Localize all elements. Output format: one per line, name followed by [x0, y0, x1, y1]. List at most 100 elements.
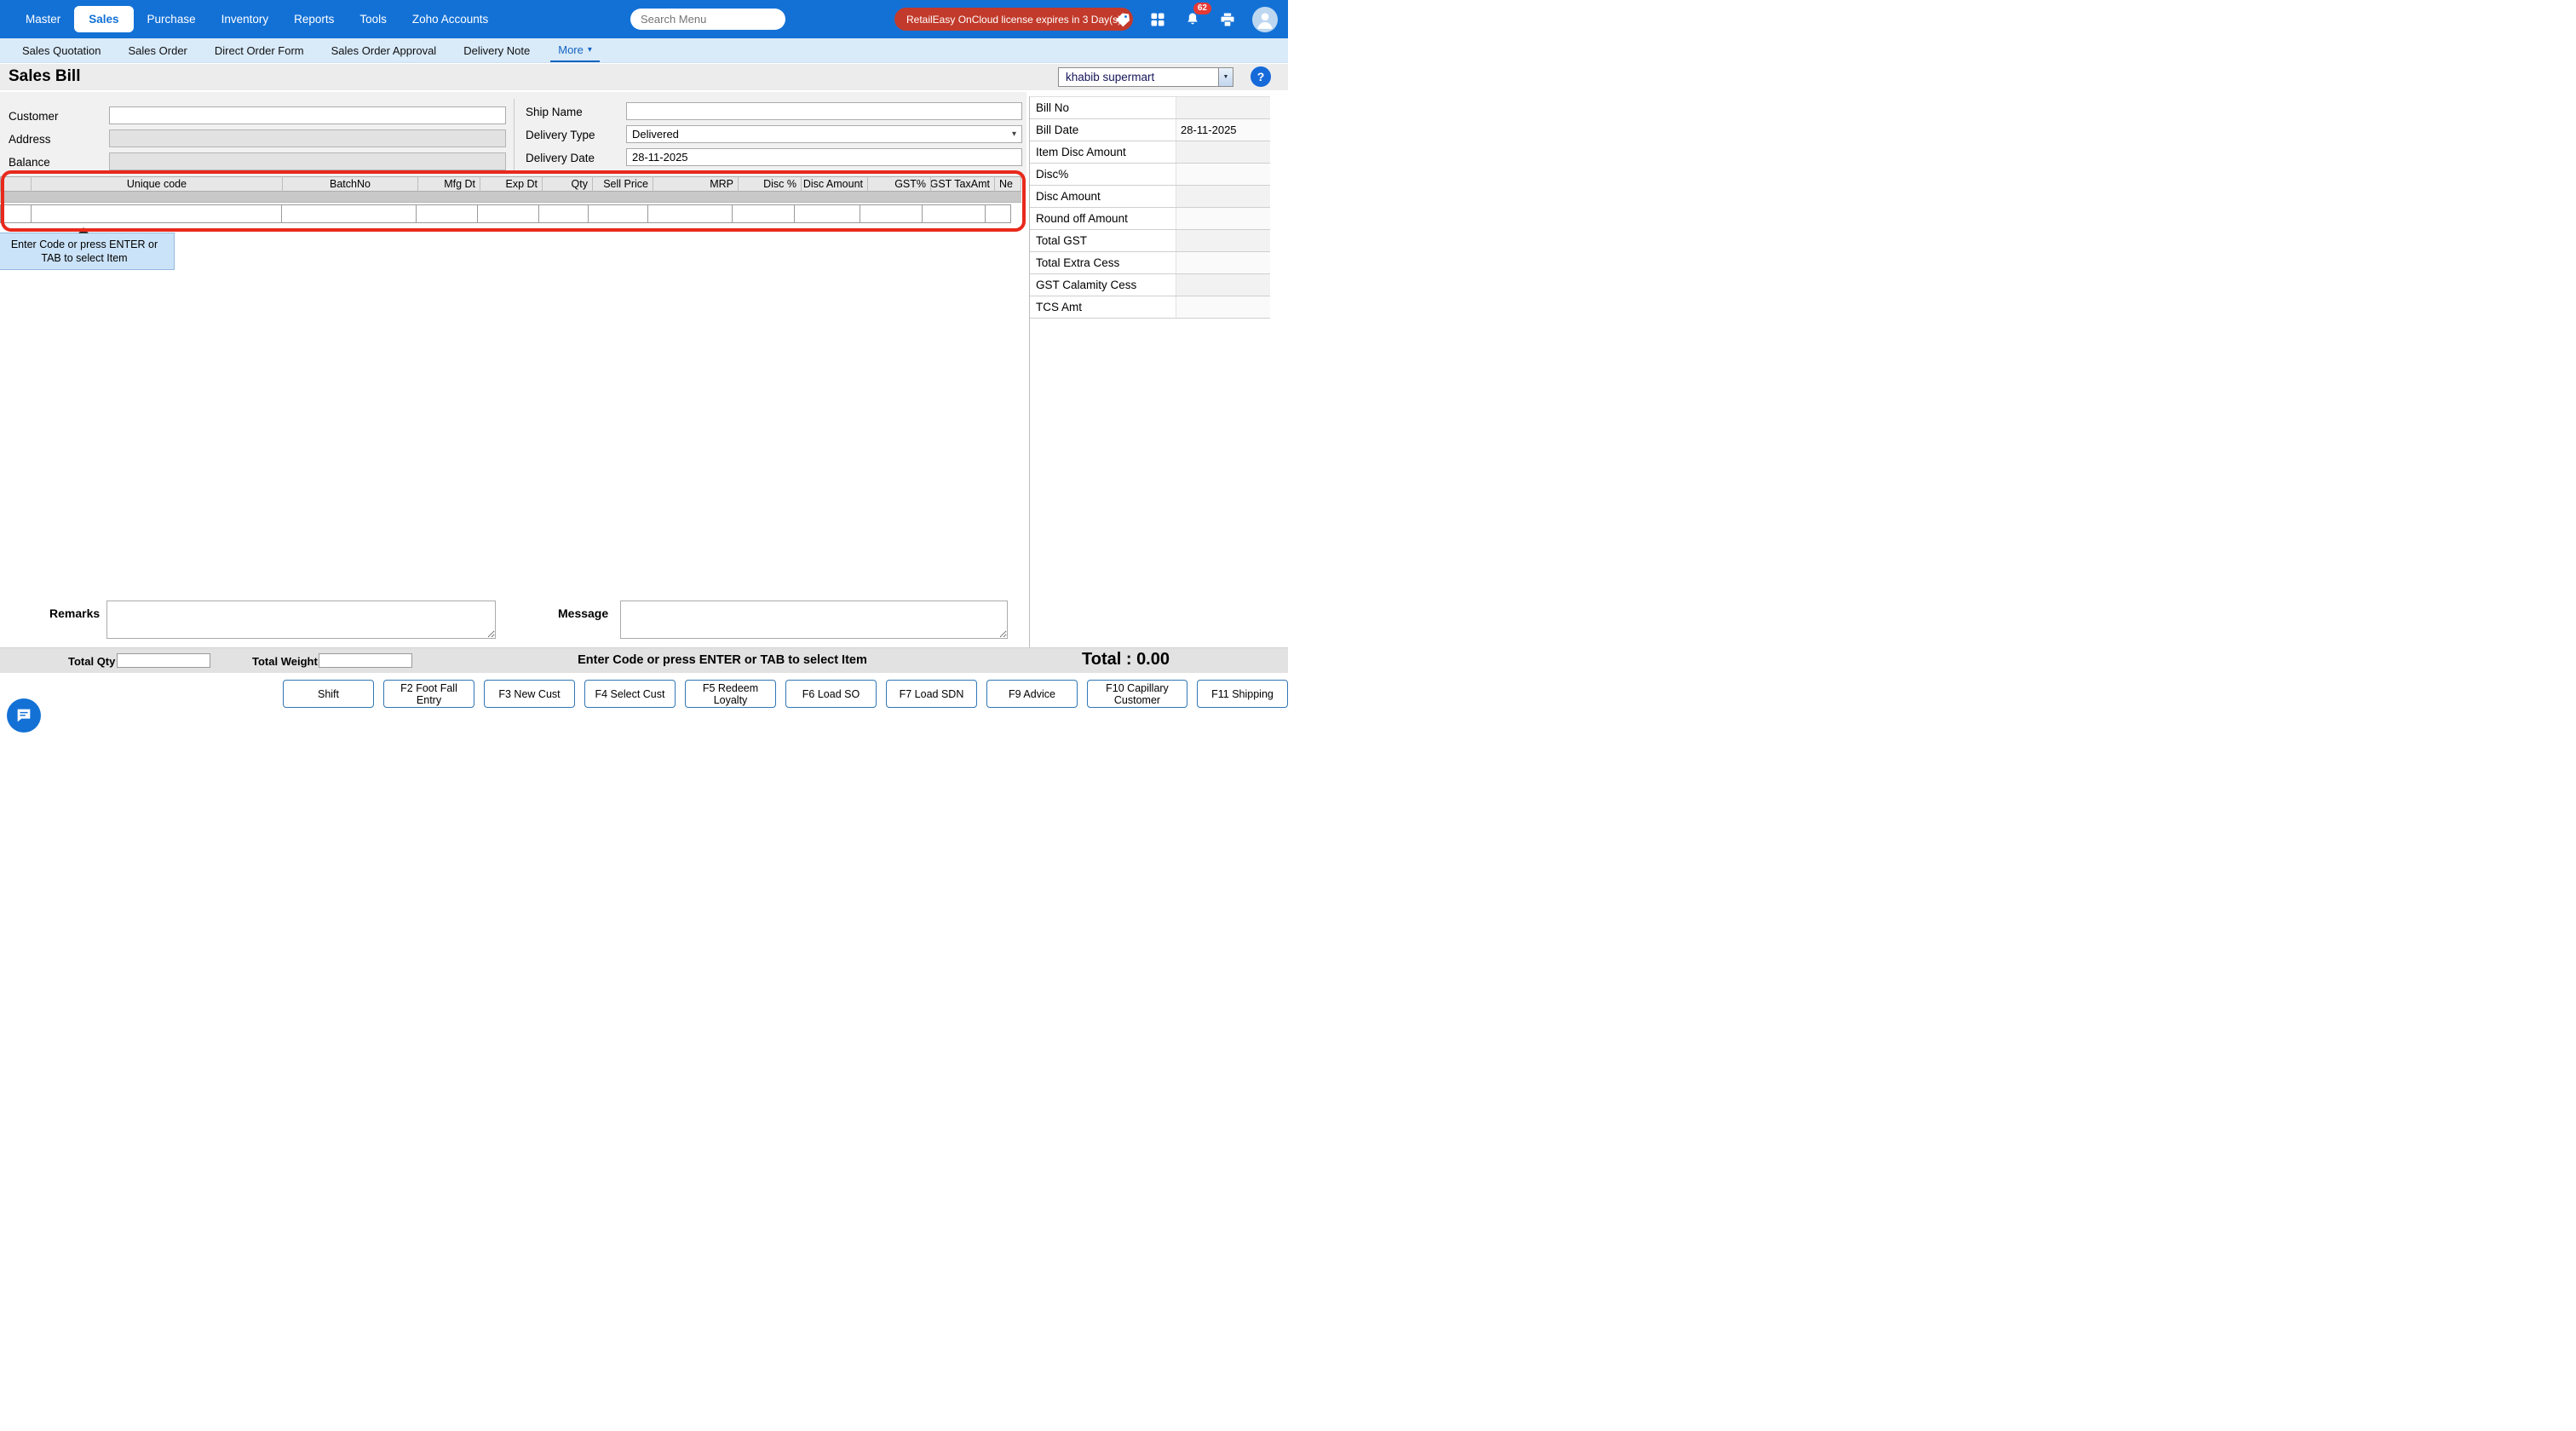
- menu-sales[interactable]: Sales: [74, 6, 133, 32]
- cell-gst-taxamt[interactable]: [922, 204, 986, 223]
- summary-label: Disc%: [1030, 164, 1176, 185]
- summary-value: [1176, 296, 1270, 318]
- summary-value: [1176, 164, 1270, 185]
- delivery-date-input[interactable]: [626, 148, 1022, 166]
- f10-capillary-customer-button[interactable]: F10 Capillary Customer: [1087, 680, 1187, 708]
- cell-disc-amount[interactable]: [794, 204, 860, 223]
- item-entry-tooltip: Enter Code or press ENTER or TAB to sele…: [0, 233, 175, 270]
- entry-hint-text: Enter Code or press ENTER or TAB to sele…: [578, 653, 867, 667]
- summary-row-round-off: Round off Amount: [1030, 208, 1270, 230]
- apps-icon[interactable]: [1147, 9, 1168, 30]
- summary-value: [1176, 208, 1270, 229]
- cell-sell-price[interactable]: [588, 204, 648, 223]
- summary-row-disc-amount: Disc Amount: [1030, 186, 1270, 208]
- summary-label: Bill Date: [1030, 119, 1176, 141]
- cell-exp-dt[interactable]: [477, 204, 539, 223]
- help-icon[interactable]: ?: [1251, 66, 1271, 87]
- summary-row-bill-no: Bill No: [1030, 97, 1270, 119]
- menu-reports[interactable]: Reports: [282, 6, 346, 32]
- summary-row-item-disc-amount: Item Disc Amount: [1030, 141, 1270, 164]
- tab-sales-quotation[interactable]: Sales Quotation: [9, 38, 115, 62]
- summary-value: [1176, 97, 1270, 118]
- store-selector-value: khabib supermart: [1059, 71, 1218, 83]
- col-mfg-dt: Mfg Dt: [418, 176, 480, 192]
- ship-name-input[interactable]: [626, 102, 1022, 120]
- col-disc-pct: Disc %: [739, 176, 802, 192]
- shift-button[interactable]: Shift: [283, 680, 374, 708]
- chevron-down-icon: ▾: [588, 45, 592, 55]
- store-selector[interactable]: khabib supermart ▼: [1058, 67, 1233, 87]
- address-label: Address: [9, 133, 51, 146]
- cell-mfg-dt[interactable]: [416, 204, 478, 223]
- col-mrp: MRP: [653, 176, 739, 192]
- cell-disc-pct[interactable]: [732, 204, 795, 223]
- col-qty: Qty: [543, 176, 593, 192]
- cell-net-amount[interactable]: [985, 204, 1011, 223]
- cell-batchno[interactable]: [281, 204, 417, 223]
- menu-master[interactable]: Master: [14, 6, 72, 32]
- bill-summary-panel: Bill No Bill Date 28-11-2025 Item Disc A…: [1029, 96, 1270, 647]
- menu-tools[interactable]: Tools: [348, 6, 399, 32]
- customer-label: Customer: [9, 110, 59, 123]
- summary-row-tcs-amt: TCS Amt: [1030, 296, 1270, 319]
- menu-purchase[interactable]: Purchase: [135, 6, 208, 32]
- grid-entry-row: [0, 204, 1022, 223]
- col-unique-code: Unique code: [32, 176, 283, 192]
- summary-value: [1176, 252, 1270, 273]
- remarks-textarea[interactable]: [106, 601, 496, 639]
- f9-advice-button[interactable]: F9 Advice: [986, 680, 1078, 708]
- main-menu: Master Sales Purchase Inventory Reports …: [14, 0, 500, 38]
- tab-sales-order[interactable]: Sales Order: [115, 38, 201, 62]
- total-weight-input[interactable]: [319, 653, 412, 668]
- summary-label: Item Disc Amount: [1030, 141, 1176, 163]
- delivery-type-label: Delivery Type: [526, 129, 595, 141]
- summary-row-disc-pct: Disc%: [1030, 164, 1270, 186]
- tab-more[interactable]: More ▾: [550, 38, 600, 62]
- col-gst-pct: GST%: [868, 176, 931, 192]
- col-batchno: BatchNo: [283, 176, 418, 192]
- tag-icon[interactable]: [1113, 9, 1133, 30]
- cell-mrp[interactable]: [647, 204, 733, 223]
- f3-new-cust-button[interactable]: F3 New Cust: [484, 680, 575, 708]
- cell-row-selector[interactable]: [0, 204, 32, 223]
- page-header: Sales Bill khabib supermart ▼ ?: [0, 64, 1288, 90]
- f5-redeem-loyalty-button[interactable]: F5 Redeem Loyalty: [685, 680, 776, 708]
- menu-inventory[interactable]: Inventory: [210, 6, 281, 32]
- menu-zoho-accounts[interactable]: Zoho Accounts: [400, 6, 500, 32]
- total-qty-input[interactable]: [117, 653, 210, 668]
- tab-delivery-note[interactable]: Delivery Note: [450, 38, 543, 62]
- summary-label: Total Extra Cess: [1030, 252, 1176, 273]
- f11-shipping-button[interactable]: F11 Shipping: [1197, 680, 1288, 708]
- f7-load-sdn-button[interactable]: F7 Load SDN: [886, 680, 977, 708]
- col-sell-price: Sell Price: [593, 176, 653, 192]
- delivery-type-select[interactable]: Delivered ▾: [626, 125, 1022, 143]
- total-weight-label: Total Weight: [252, 655, 318, 668]
- f6-load-so-button[interactable]: F6 Load SO: [785, 680, 877, 708]
- item-grid-header: Unique code BatchNo Mfg Dt Exp Dt Qty Se…: [0, 176, 1022, 192]
- store-dropdown-icon[interactable]: ▼: [1218, 68, 1233, 86]
- message-textarea[interactable]: [620, 601, 1008, 639]
- license-alert-banner[interactable]: RetailEasy OnCloud license expires in 3 …: [894, 8, 1133, 31]
- function-button-bar: Shift F2 Foot Fall Entry F3 New Cust F4 …: [0, 680, 1288, 716]
- bell-icon[interactable]: 62: [1182, 9, 1203, 30]
- user-avatar[interactable]: [1252, 7, 1278, 32]
- col-exp-dt: Exp Dt: [480, 176, 543, 192]
- summary-value: 28-11-2025: [1176, 119, 1270, 141]
- summary-label: GST Calamity Cess: [1030, 274, 1176, 296]
- sales-subnav: Sales Quotation Sales Order Direct Order…: [0, 38, 1288, 63]
- search-input[interactable]: [630, 9, 785, 30]
- cell-qty[interactable]: [538, 204, 589, 223]
- tab-direct-order-form[interactable]: Direct Order Form: [201, 38, 318, 62]
- customer-input[interactable]: [109, 106, 506, 124]
- f4-select-cust-button[interactable]: F4 Select Cust: [584, 680, 676, 708]
- printer-icon[interactable]: [1217, 9, 1238, 30]
- cell-unique-code[interactable]: [31, 204, 282, 223]
- chat-widget-button[interactable]: [7, 698, 41, 733]
- chevron-down-icon: ▾: [1012, 129, 1016, 139]
- message-label: Message: [558, 606, 608, 620]
- summary-row-total-extra-cess: Total Extra Cess: [1030, 252, 1270, 274]
- cell-gst-pct[interactable]: [860, 204, 923, 223]
- tab-sales-order-approval[interactable]: Sales Order Approval: [318, 38, 451, 62]
- menu-search: [630, 9, 785, 30]
- f2-foot-fall-entry-button[interactable]: F2 Foot Fall Entry: [383, 680, 474, 708]
